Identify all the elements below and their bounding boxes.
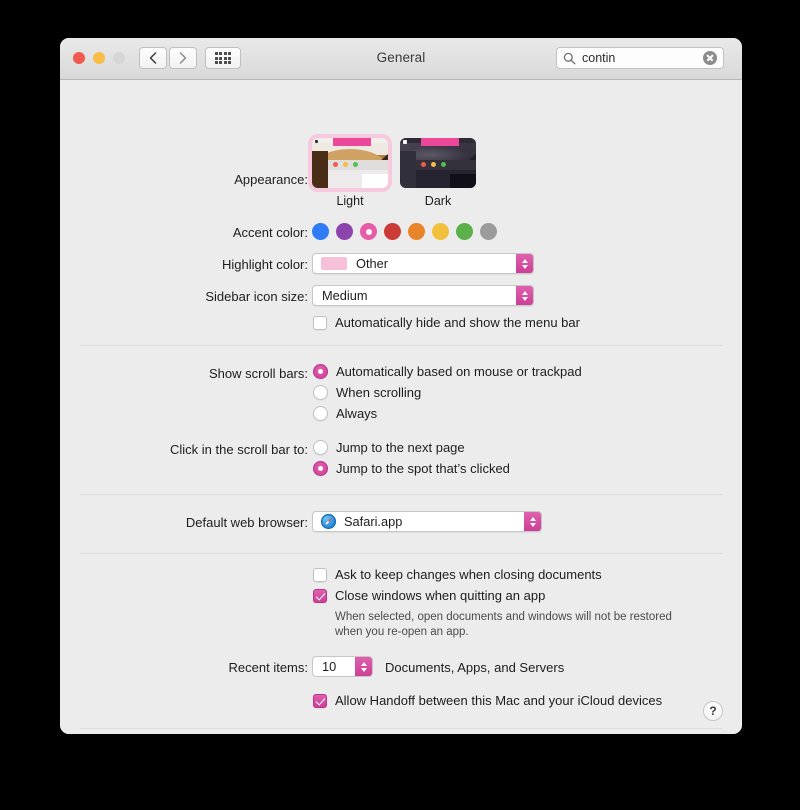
scrollbar-option-always[interactable]: Always <box>313 406 377 421</box>
stepper-arrows-icon[interactable] <box>355 657 372 676</box>
accent-swatch-pink[interactable] <box>360 223 377 240</box>
scroll-click-option-next-page-label: Jump to the next page <box>336 440 465 455</box>
section-divider <box>80 345 722 346</box>
scroll-click-option-spot-clicked-label: Jump to the spot that’s clicked <box>336 461 510 476</box>
scroll-click-label: Click in the scroll bar to: <box>170 442 308 457</box>
default-browser-value: Safari.app <box>344 514 403 529</box>
apple-logo-icon <box>402 139 407 144</box>
recent-items-suffix: Documents, Apps, and Servers <box>385 660 565 675</box>
scroll-click-radio-next-page[interactable] <box>313 440 328 455</box>
accent-swatch-purple[interactable] <box>336 223 353 240</box>
ask-keep-changes-row[interactable]: Ask to keep changes when closing documen… <box>313 567 602 582</box>
appearance-option-light[interactable]: Light <box>308 134 392 208</box>
search-icon <box>563 52 576 64</box>
chevron-updown-icon[interactable] <box>516 286 533 305</box>
scrollbar-option-when-scrolling[interactable]: When scrolling <box>313 385 421 400</box>
close-windows-checkbox[interactable] <box>313 588 327 603</box>
handoff-label: Allow Handoff between this Mac and your … <box>335 693 663 708</box>
appearance-option-dark[interactable]: Dark <box>400 138 476 208</box>
highlight-color-label: Highlight color: <box>222 257 308 272</box>
scrollbar-option-automatic-label: Automatically based on mouse or trackpad <box>336 364 582 379</box>
appearance-label: Appearance: <box>234 172 308 187</box>
scroll-click-option-spot-clicked[interactable]: Jump to the spot that’s clicked <box>313 461 510 476</box>
handoff-checkbox[interactable] <box>313 693 327 708</box>
appearance-thumbnail-dark[interactable] <box>400 138 476 188</box>
default-browser-label: Default web browser: <box>185 515 308 530</box>
scroll-click-option-next-page[interactable]: Jump to the next page <box>313 440 465 455</box>
search-field[interactable]: contin <box>556 47 724 69</box>
clear-search-icon[interactable] <box>703 51 717 65</box>
scroll-click-radio-spot-clicked[interactable] <box>313 461 328 476</box>
section-divider <box>80 553 722 554</box>
default-browser-select[interactable]: Safari.app <box>312 511 542 532</box>
recent-items-label: Recent items: <box>228 660 308 675</box>
scrollbar-option-when-scrolling-label: When scrolling <box>336 385 422 400</box>
ask-keep-changes-checkbox[interactable] <box>313 567 327 582</box>
preferences-body: Appearance: Light Dark Accent color: Hig… <box>60 80 742 734</box>
accent-swatch-yellow[interactable] <box>432 223 449 240</box>
scrollbar-radio-automatic[interactable] <box>313 364 328 379</box>
show-scroll-bars-label: Show scroll bars: <box>209 366 308 381</box>
auto-hide-menubar-label: Automatically hide and show the menu bar <box>335 315 580 330</box>
appearance-label-light: Light <box>336 194 364 208</box>
help-button[interactable]: ? <box>703 701 723 721</box>
handoff-row[interactable]: Allow Handoff between this Mac and your … <box>313 693 662 708</box>
sidebar-icon-size-label: Sidebar icon size: <box>205 289 308 304</box>
sidebar-icon-size-value: Medium <box>322 288 368 303</box>
chevron-updown-icon[interactable] <box>516 254 533 273</box>
search-input-value[interactable]: contin <box>582 51 703 65</box>
auto-hide-menubar-checkbox-row[interactable]: Automatically hide and show the menu bar <box>313 315 580 330</box>
apple-logo-icon <box>314 140 318 143</box>
highlight-color-swatch <box>321 257 347 270</box>
accent-color-swatches[interactable] <box>312 223 497 240</box>
window-titlebar: General contin <box>60 38 742 80</box>
close-windows-helper-line1: When selected, open documents and window… <box>335 611 672 623</box>
accent-swatch-graphite[interactable] <box>480 223 497 240</box>
safari-icon <box>321 514 336 529</box>
appearance-thumbnail-light[interactable] <box>308 134 392 192</box>
preferences-window: General contin Appearance: Light Dark Ac… <box>60 38 742 734</box>
scrollbar-option-automatic[interactable]: Automatically based on mouse or trackpad <box>313 364 582 379</box>
appearance-label-dark: Dark <box>424 194 452 208</box>
chevron-updown-icon[interactable] <box>524 512 541 531</box>
scrollbar-radio-when-scrolling[interactable] <box>313 385 328 400</box>
accent-swatch-green[interactable] <box>456 223 473 240</box>
accent-swatch-blue[interactable] <box>312 223 329 240</box>
recent-items-value[interactable]: 10 <box>322 659 336 674</box>
ask-keep-changes-label: Ask to keep changes when closing documen… <box>335 567 602 582</box>
section-divider <box>80 728 722 729</box>
accent-swatch-red[interactable] <box>384 223 401 240</box>
highlight-color-select[interactable]: Other <box>312 253 534 274</box>
recent-items-stepper[interactable]: 10 <box>312 656 373 677</box>
scrollbar-option-always-label: Always <box>336 406 378 421</box>
accent-swatch-orange[interactable] <box>408 223 425 240</box>
auto-hide-menubar-checkbox[interactable] <box>313 315 327 330</box>
close-windows-label: Close windows when quitting an app <box>335 588 546 603</box>
section-divider <box>80 494 722 495</box>
accent-color-label: Accent color: <box>232 225 308 240</box>
highlight-color-value: Other <box>356 256 389 271</box>
sidebar-icon-size-select[interactable]: Medium <box>312 285 534 306</box>
close-windows-row[interactable]: Close windows when quitting an app <box>313 588 545 603</box>
scrollbar-radio-always[interactable] <box>313 406 328 421</box>
close-windows-helper-line2: when you re-open an app. <box>335 626 469 638</box>
